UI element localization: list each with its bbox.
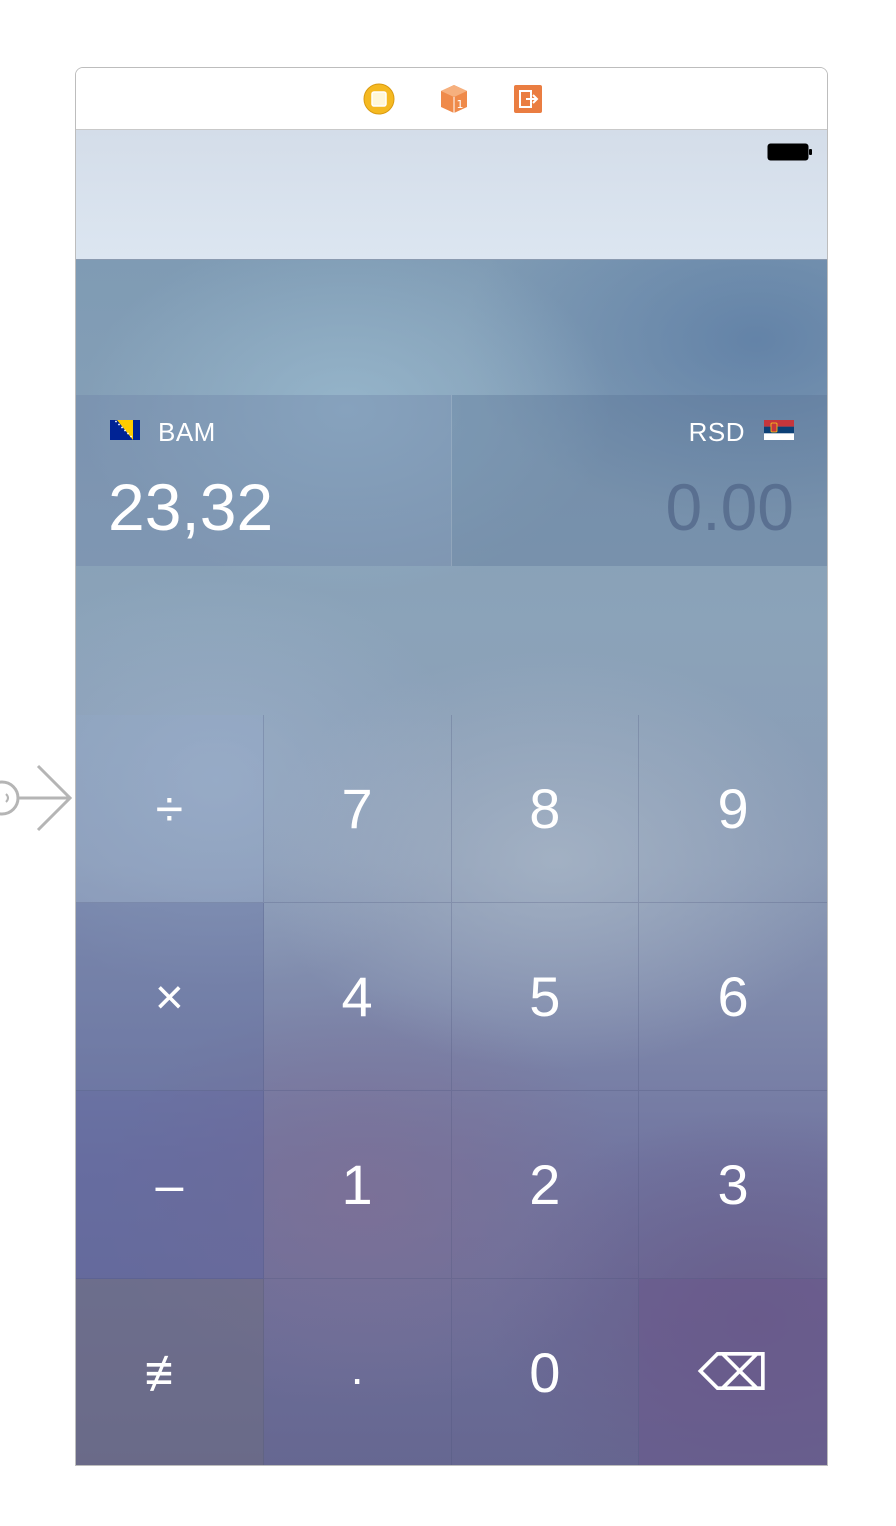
scene-dock: 1 (76, 68, 827, 130)
exit-icon[interactable] (512, 83, 544, 115)
from-currency-code: BAM (158, 417, 216, 447)
digit-0-key[interactable]: 0 (452, 1279, 640, 1465)
view-controller-icon[interactable] (363, 83, 395, 115)
digit-8-key[interactable]: 8 (451, 715, 640, 903)
multiply-key[interactable]: × (76, 903, 264, 1091)
divide-key[interactable]: ÷ (76, 715, 264, 903)
digit-4-key[interactable]: 4 (263, 903, 452, 1091)
digit-2-key[interactable]: 2 (451, 1091, 640, 1279)
subtract-key[interactable]: – (76, 1091, 264, 1279)
digit-1-key[interactable]: 1 (263, 1091, 452, 1279)
to-currency-panel[interactable]: RSD 0.00 (451, 395, 827, 566)
from-amount: 23,32 (108, 470, 274, 544)
digit-9-key[interactable]: 9 (639, 715, 827, 903)
convert-key[interactable]: ≢ (76, 1279, 264, 1465)
bosnia-flag-icon (110, 420, 140, 440)
digit-5-key[interactable]: 5 (451, 903, 640, 1091)
storyboard-canvas: 1 BAM 23,32 RSD 0.00 ÷ 7 8 9 × 4 5 6 – 1… (0, 0, 896, 1526)
status-bar (76, 130, 827, 260)
digit-3-key[interactable]: 3 (639, 1091, 827, 1279)
currency-converter: BAM 23,32 RSD 0.00 (76, 395, 827, 566)
digit-7-key[interactable]: 7 (263, 715, 452, 903)
to-amount: 0.00 (665, 470, 794, 544)
backspace-key[interactable]: ⌫ (639, 1279, 827, 1465)
first-responder-icon[interactable]: 1 (438, 83, 470, 115)
digit-6-key[interactable]: 6 (639, 903, 827, 1091)
from-currency-panel[interactable]: BAM 23,32 (76, 395, 451, 566)
to-currency-code: RSD (688, 417, 745, 447)
keypad: ÷ 7 8 9 × 4 5 6 – 1 2 3 ≢ . 0 ⌫ (76, 715, 827, 1465)
calculator-content: BAM 23,32 RSD 0.00 ÷ 7 8 9 × 4 5 6 – 1 2… (76, 260, 827, 1465)
serbia-flag-icon (764, 420, 794, 440)
battery-icon (767, 143, 812, 161)
view-controller-scene[interactable]: 1 BAM 23,32 RSD 0.00 ÷ 7 8 9 × 4 5 6 – 1… (75, 67, 828, 1466)
svg-text:1: 1 (457, 98, 464, 111)
decimal-key[interactable]: . (264, 1279, 452, 1465)
entry-point-arrow-icon[interactable] (0, 760, 76, 836)
